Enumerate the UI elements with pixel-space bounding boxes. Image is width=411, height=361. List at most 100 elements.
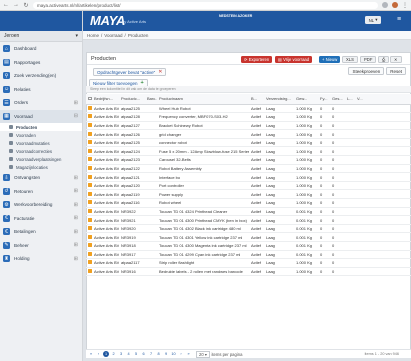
- active-filter-chip[interactable]: Opdrachtgever bevat "active" ✕: [93, 68, 167, 76]
- table-row[interactable]: Active Arts BV NR3919 Toucan TD 01 4301 Ye…: [86, 232, 411, 242]
- sidebar-subitem[interactable]: Voorraden: [0, 131, 82, 139]
- xls-button[interactable]: XLS: [342, 55, 358, 63]
- page-button[interactable]: 4: [126, 351, 132, 357]
- remove-filter-icon[interactable]: ✕: [158, 69, 162, 75]
- url-bar[interactable]: maya.activearts.nl/nl/artikelen/product/…: [33, 1, 378, 9]
- column-header[interactable]: Gew...: [294, 94, 318, 105]
- breadcrumb-voorraad[interactable]: Voorraad: [104, 33, 122, 38]
- profile-avatar[interactable]: [392, 2, 398, 8]
- edit-icon[interactable]: [88, 191, 92, 196]
- table-row[interactable]: Active Arts BV NR3921 Toucan TD 01 4300 Pr…: [86, 215, 411, 225]
- column-header[interactable]: Barc...: [145, 94, 157, 105]
- free-stock-button[interactable]: ▤ Vrije voorraad: [275, 55, 313, 63]
- column-header[interactable]: V...: [355, 94, 411, 105]
- table-row[interactable]: Active Arts BV atpaa2123 Carousel 32-Belts…: [86, 155, 411, 165]
- page-button[interactable]: 1: [103, 351, 109, 357]
- edit-icon[interactable]: [88, 234, 92, 239]
- sidebar-item-dashboard[interactable]: ⌂ Dashboard: [0, 42, 82, 56]
- breadcrumb-home[interactable]: Home: [87, 33, 99, 38]
- table-row[interactable]: Active Arts BV atpaa2127 Bracket Schinewy …: [86, 121, 411, 131]
- edit-icon[interactable]: [88, 157, 92, 162]
- sidebar-item-voorraad[interactable]: ▦ Voorraad ⊟: [0, 109, 82, 123]
- table-row[interactable]: Active Arts BV atpaa2117 Strip roller flas…: [86, 258, 411, 268]
- column-header[interactable]: L...: [345, 94, 355, 105]
- page-button[interactable]: 9: [163, 351, 169, 357]
- sidebar-item-werkvoorbereiding[interactable]: ⚙ Werkvoorbereiding ⊞: [0, 198, 82, 212]
- page-button[interactable]: 3: [118, 351, 124, 357]
- table-row[interactable]: Active Arts BV NR3917 Toucan TD 01 4299 Cy…: [86, 250, 411, 260]
- sidebar-item-facturatie[interactable]: € Facturatie ⊞: [0, 212, 82, 226]
- table-row[interactable]: Active Arts BV atpaa2122 Robot Battery Ass…: [86, 164, 411, 174]
- sidebar-item-beheer[interactable]: ✎ Beheer ⊞: [0, 239, 82, 253]
- forward-icon[interactable]: →: [13, 2, 19, 8]
- back-icon[interactable]: ←: [3, 2, 9, 8]
- edit-icon[interactable]: [88, 226, 92, 231]
- per-page-select[interactable]: 20 ▾: [196, 350, 210, 358]
- sidebar-item-rapportages[interactable]: ▤ Rapportages: [0, 56, 82, 70]
- table-row[interactable]: Active Arts BV atpaa2128 Frequency convert…: [86, 112, 411, 122]
- new-button[interactable]: + Nieuw: [319, 55, 341, 63]
- column-header[interactable]: Bedrijfsn...: [92, 94, 119, 105]
- sidebar-item-zoek-verzending[interactable]: ⚲ Zoek verzending(en): [0, 69, 82, 83]
- star-icon[interactable]: [382, 2, 388, 8]
- menu-dots-icon[interactable]: ⋮: [402, 2, 408, 9]
- edit-icon[interactable]: [88, 251, 92, 256]
- table-row[interactable]: Active Arts BV NR3920 Toucan TD 01 4302 Bl…: [86, 224, 411, 234]
- table-row[interactable]: Active Arts BV NR3918 Toucan TD 01 4300 Ma…: [86, 241, 411, 251]
- sidebar-subitem[interactable]: Voorraadmutaties: [0, 139, 82, 147]
- table-row[interactable]: Active Arts BV atpaa2121 Interface bo Actie…: [86, 172, 411, 182]
- table-row[interactable]: Active Arts BV NR3916 Bedrukte labels - 2 …: [86, 267, 411, 277]
- reload-icon[interactable]: ↻: [23, 2, 29, 9]
- page-button[interactable]: 5: [133, 351, 139, 357]
- page-button[interactable]: 6: [141, 351, 147, 357]
- edit-icon[interactable]: [88, 131, 92, 136]
- column-header[interactable]: Productc...: [119, 94, 145, 105]
- edit-icon[interactable]: [88, 217, 92, 222]
- prev-page-button[interactable]: ‹: [96, 351, 102, 357]
- edit-icon[interactable]: [88, 200, 92, 205]
- sidebar-subitem[interactable]: Producten: [0, 123, 82, 131]
- checkbox[interactable]: [88, 96, 92, 101]
- column-header[interactable]: Productnaam: [157, 94, 249, 105]
- table-row[interactable]: Active Arts BV atpaa2126 grid changer Actie…: [86, 129, 411, 139]
- pdf-button[interactable]: PDF: [360, 55, 377, 63]
- page-button[interactable]: 2: [111, 351, 117, 357]
- sidebar-item-orders[interactable]: ☰ Orders ⊞: [0, 96, 82, 110]
- sidebar-item-betalingen[interactable]: € Betalingen ⊞: [0, 225, 82, 239]
- page-button[interactable]: 7: [148, 351, 154, 357]
- user-menu[interactable]: Jeroen ▾: [0, 31, 82, 42]
- edit-icon[interactable]: [88, 114, 92, 119]
- edit-icon[interactable]: [88, 122, 92, 127]
- export-button[interactable]: ⟳ Exporteren: [241, 55, 273, 63]
- edit-icon[interactable]: [88, 260, 92, 265]
- column-header[interactable]: Ges...: [330, 94, 345, 105]
- page-button[interactable]: 10: [171, 351, 177, 357]
- sidebar-item-relaties[interactable]: ☺ Relaties: [0, 83, 82, 97]
- edit-icon[interactable]: [88, 243, 92, 248]
- first-page-button[interactable]: «: [88, 351, 94, 357]
- next-page-button[interactable]: ›: [178, 351, 184, 357]
- sidebar-item-holding[interactable]: ♜ Holding ⊞: [0, 252, 82, 266]
- table-row[interactable]: Active Arts BV atpaa2116 Robot wheel Actief…: [86, 198, 411, 208]
- sidebar-item-ontvangsten[interactable]: ⇩ Ontvangsten ⊞: [0, 171, 82, 185]
- maya-logo[interactable]: MAYA: [90, 13, 125, 28]
- table-row[interactable]: Active Arts BV atpaa2124 Fuse 5 x 20mm - 1…: [86, 146, 411, 157]
- column-header[interactable]: B...: [249, 94, 264, 105]
- table-row[interactable]: Active Arts BV NR3922 Toucan TD 01 4324 Pr…: [86, 207, 411, 217]
- edit-icon[interactable]: [88, 148, 92, 153]
- edit-icon[interactable]: [88, 165, 92, 170]
- language-selector[interactable]: NL ▾: [365, 16, 381, 24]
- group-drop-zone[interactable]: Sleep een kolomtitel in dit vak om de da…: [86, 86, 411, 93]
- edit-icon[interactable]: [88, 208, 92, 213]
- close-button[interactable]: ✕: [390, 55, 402, 63]
- table-row[interactable]: Active Arts BV atpaa2125 Wheel Hub Robot Ac…: [86, 104, 411, 114]
- edit-icon[interactable]: [88, 140, 92, 145]
- sidebar-subitem[interactable]: Voorraadcorrecties: [0, 147, 82, 155]
- print-button[interactable]: ⎙: [378, 55, 390, 63]
- reset-button[interactable]: Reset: [386, 67, 406, 75]
- table-row[interactable]: Active Arts BV atpaa2120 Port controller Ac…: [86, 181, 411, 191]
- column-header[interactable]: Verzendstrg...: [264, 94, 294, 105]
- edit-icon[interactable]: [88, 174, 92, 179]
- sidebar-subitem[interactable]: Voorraadverplaatsingen: [0, 155, 82, 163]
- sidebar-subitem[interactable]: Magazijnlocaties: [0, 163, 82, 171]
